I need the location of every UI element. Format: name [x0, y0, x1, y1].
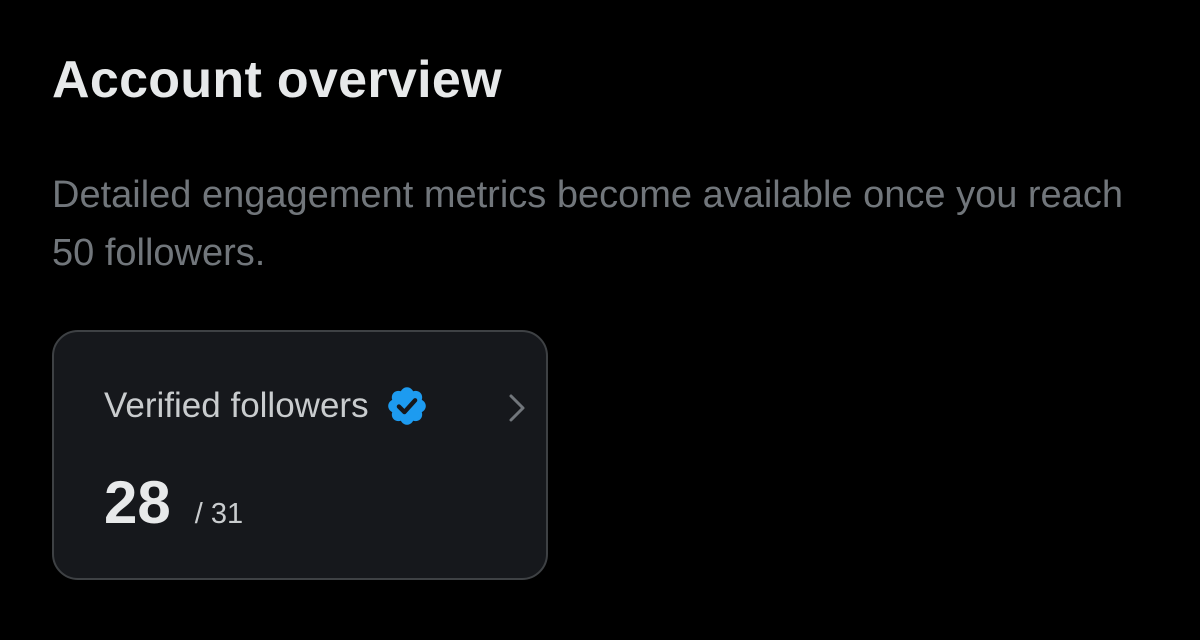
- verified-followers-label: Verified followers: [104, 386, 369, 425]
- page-title: Account overview: [52, 51, 502, 109]
- verified-badge-icon: [385, 384, 429, 428]
- chevron-right-icon[interactable]: [506, 392, 528, 424]
- card-values: 28 / 31: [104, 468, 243, 538]
- verified-followers-total: / 31: [194, 498, 244, 530]
- page-description: Detailed engagement metrics become avail…: [52, 174, 1123, 274]
- verified-followers-count: 28: [104, 469, 171, 536]
- verified-followers-card[interactable]: Verified followers 28 / 31: [52, 330, 548, 580]
- card-header: Verified followers: [104, 384, 429, 428]
